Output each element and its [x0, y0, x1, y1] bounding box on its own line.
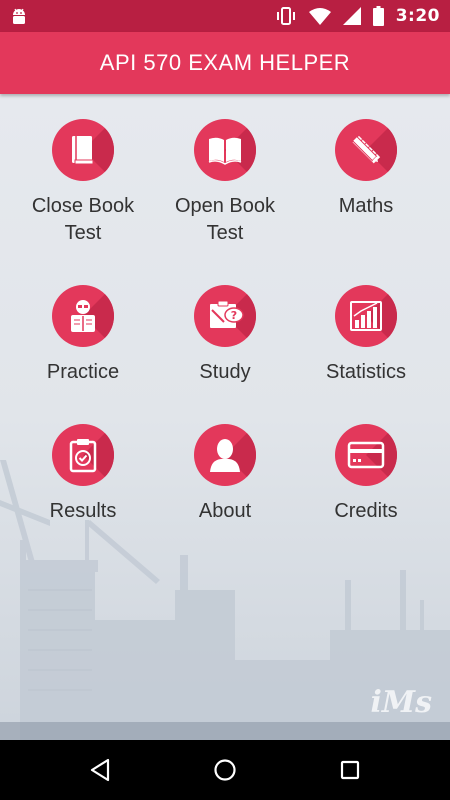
tile-label: Credits — [334, 500, 398, 522]
watermark-logo: iMs — [370, 685, 433, 720]
status-bar: 3:20 — [0, 0, 450, 32]
tile-label: Practice — [46, 361, 120, 383]
recents-icon — [340, 760, 360, 780]
signal-icon — [342, 7, 361, 25]
tile-maths[interactable]: Maths — [296, 119, 436, 220]
tile-about[interactable]: About — [155, 424, 295, 525]
ruler-pencil-icon — [351, 135, 381, 164]
tile-icon-circle — [52, 119, 114, 181]
tile-icon-circle — [335, 424, 397, 486]
home-button[interactable] — [210, 755, 240, 785]
back-icon — [90, 758, 110, 782]
tile-icon-circle — [194, 119, 256, 181]
tile-icon-circle — [194, 424, 256, 486]
svg-text:?: ? — [231, 309, 237, 322]
tile-open-book-test[interactable]: Open Book Test — [155, 119, 295, 247]
tile-label: Statistics — [325, 361, 407, 383]
tile-icon-circle — [335, 285, 397, 347]
tile-label: Close Book Test — [31, 195, 135, 244]
nav-bar — [0, 740, 450, 800]
person-icon — [210, 439, 240, 472]
tile-label: Results — [49, 500, 117, 522]
vibrate-icon — [276, 7, 295, 25]
tile-label: About — [198, 500, 252, 522]
closed-book-icon — [72, 136, 94, 165]
battery-icon — [372, 6, 384, 26]
open-book-icon — [208, 137, 242, 165]
clipboard-check-icon — [69, 439, 97, 473]
tile-label: Study — [199, 361, 251, 383]
android-icon — [13, 8, 25, 24]
back-button[interactable] — [85, 755, 115, 785]
home-icon — [214, 759, 236, 781]
main-content: iMs Close Book Test Open Book Test Maths… — [0, 94, 450, 740]
recents-button[interactable] — [335, 755, 365, 785]
tile-icon-circle — [52, 424, 114, 486]
tile-label: Maths — [338, 195, 394, 217]
tile-icon-circle — [52, 285, 114, 347]
tile-close-book-test[interactable]: Close Book Test — [13, 119, 153, 247]
credit-card-icon — [347, 441, 385, 469]
study-board-icon: ? — [210, 300, 244, 328]
status-time: 3:20 — [395, 6, 440, 26]
tile-study[interactable]: ? Study — [155, 285, 295, 386]
tile-icon-circle: ? — [194, 285, 256, 347]
tile-credits[interactable]: Credits — [296, 424, 436, 525]
tile-results[interactable]: Results — [13, 424, 153, 525]
tile-practice[interactable]: Practice — [13, 285, 153, 386]
app-bar: API 570 EXAM HELPER — [0, 32, 450, 94]
bar-chart-icon — [350, 301, 382, 331]
tile-statistics[interactable]: Statistics — [296, 285, 436, 386]
reading-person-icon — [71, 300, 95, 332]
wifi-icon — [308, 8, 331, 25]
app-title: API 570 EXAM HELPER — [99, 50, 351, 75]
tile-label: Open Book Test — [174, 195, 276, 244]
tile-icon-circle — [335, 119, 397, 181]
